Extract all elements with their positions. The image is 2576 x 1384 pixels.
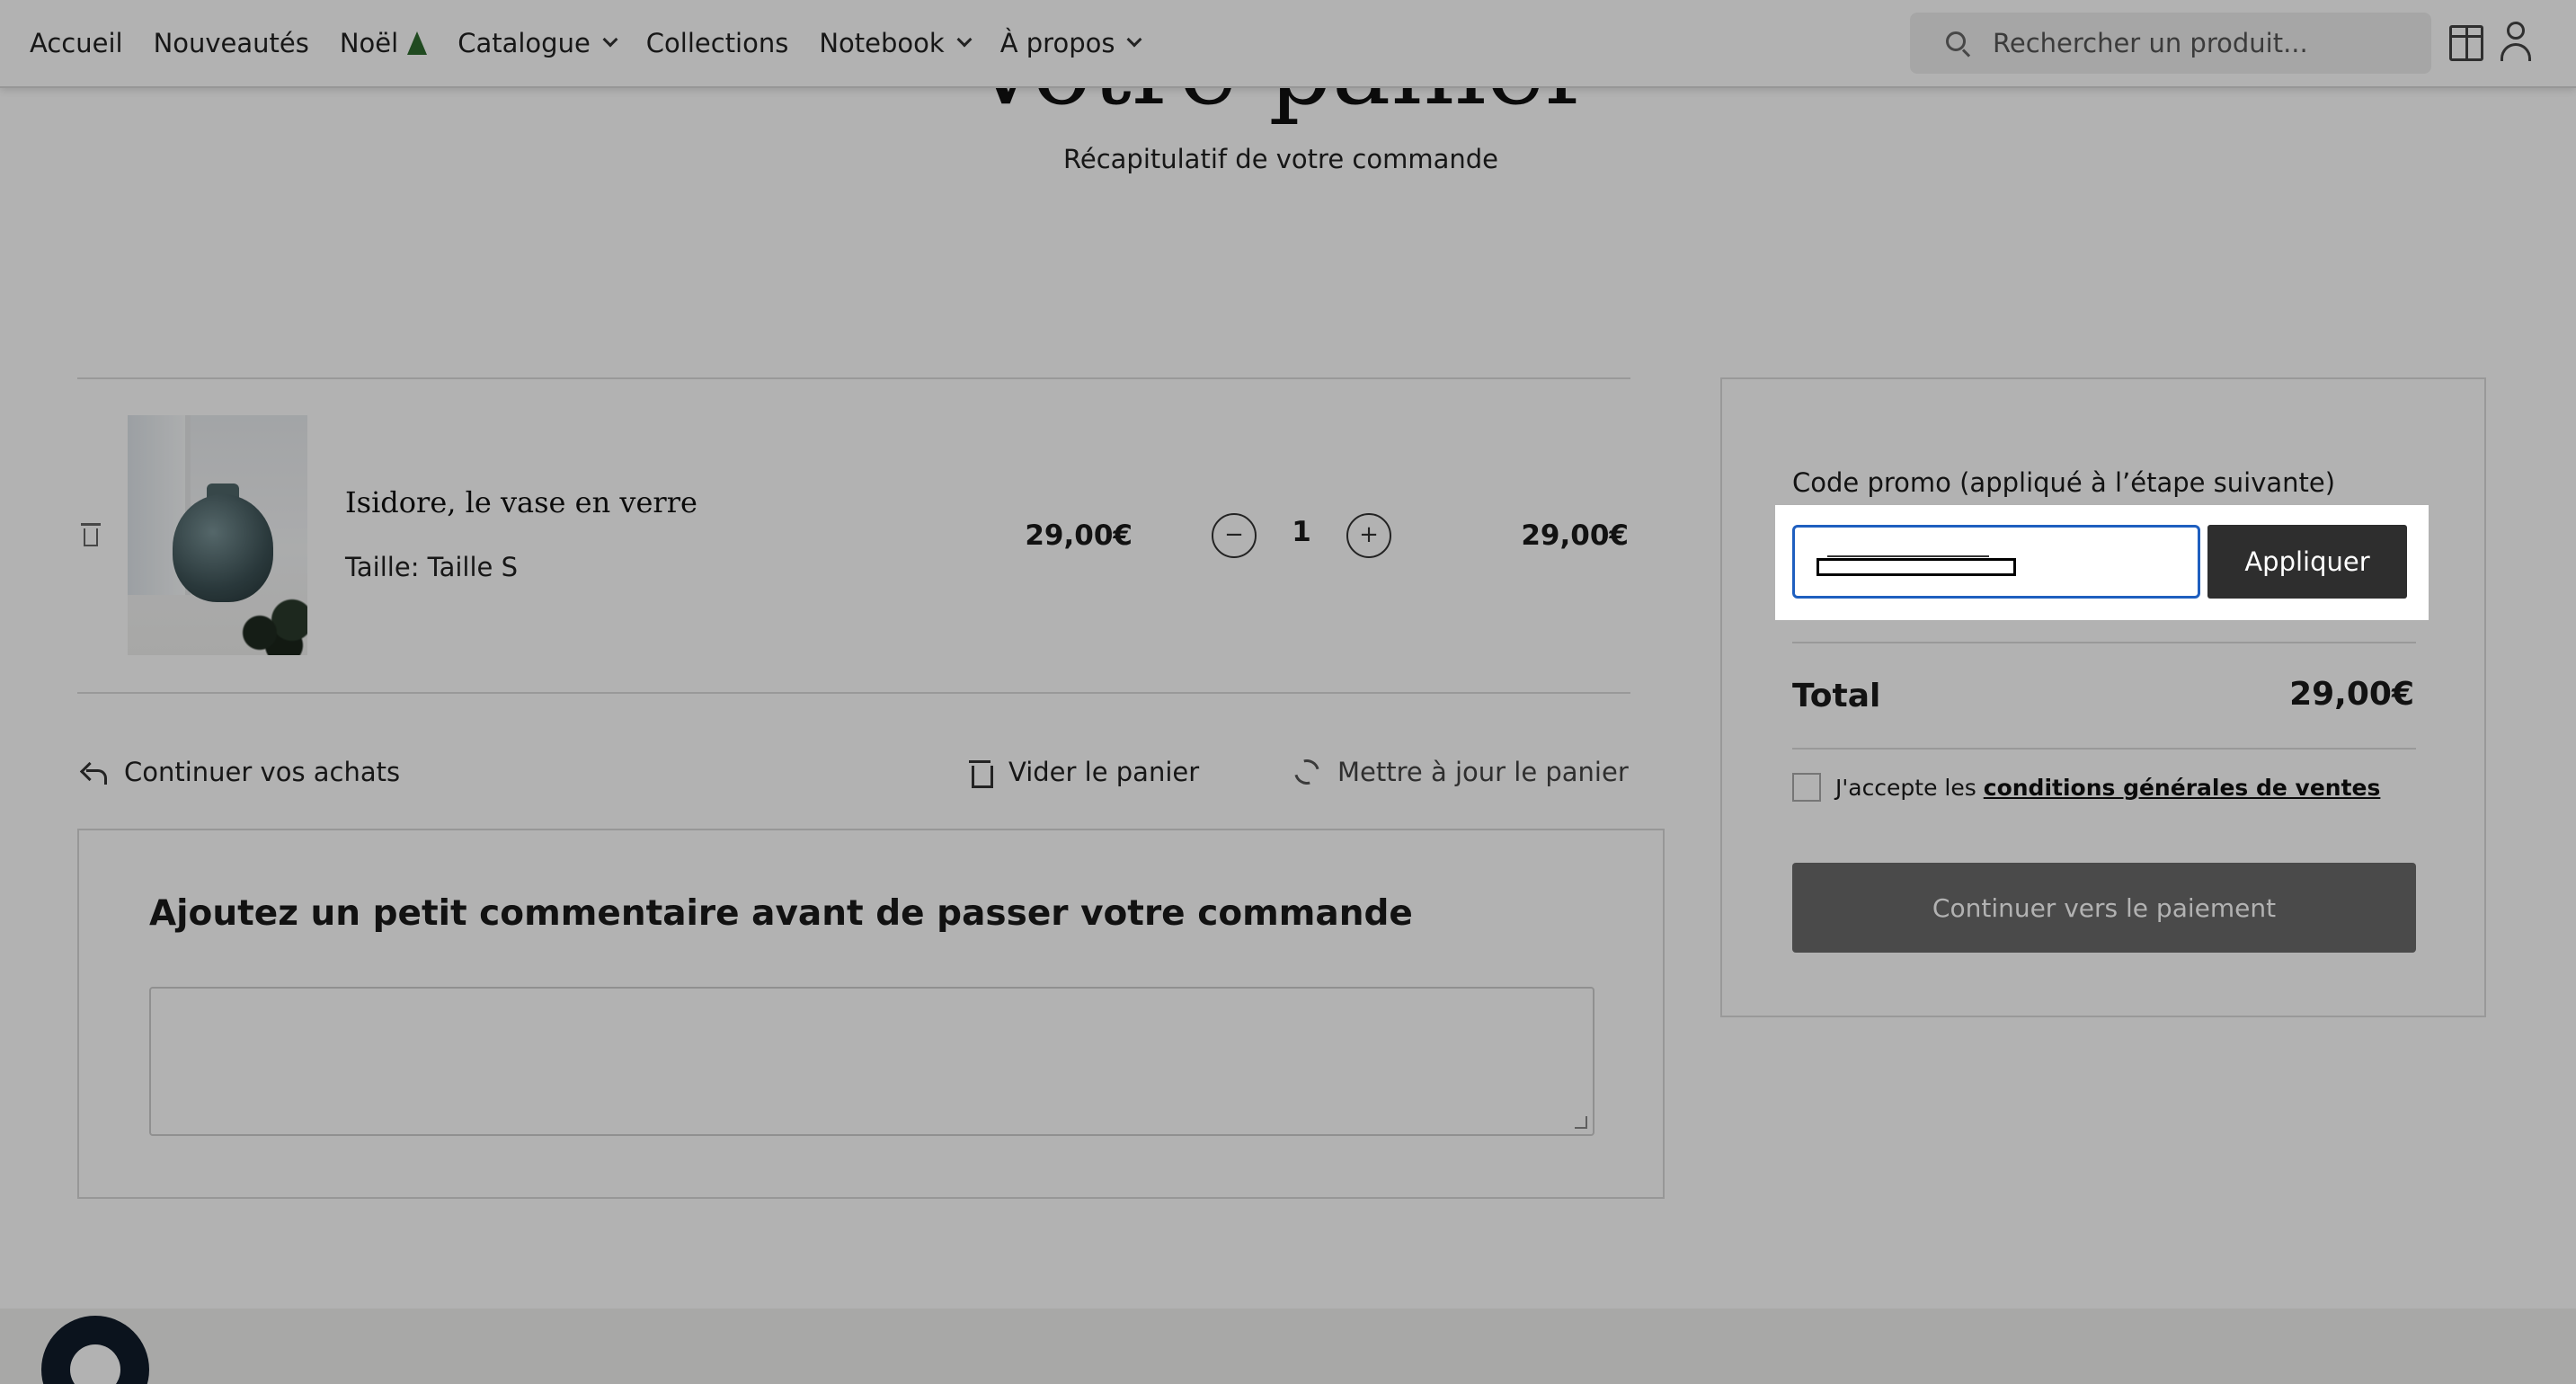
apply-promo-button[interactable]: Appliquer <box>2207 525 2407 599</box>
promo-code-input[interactable] <box>1792 525 2200 599</box>
overlay-dim-right <box>2429 505 2576 620</box>
redacted-promo-code <box>1817 558 2016 576</box>
redacted-promo-code-line <box>1827 555 1989 557</box>
overlay-dim-top <box>0 0 2576 505</box>
overlay-dim-left <box>0 505 1775 620</box>
overlay-dim-bottom <box>0 620 2576 1384</box>
